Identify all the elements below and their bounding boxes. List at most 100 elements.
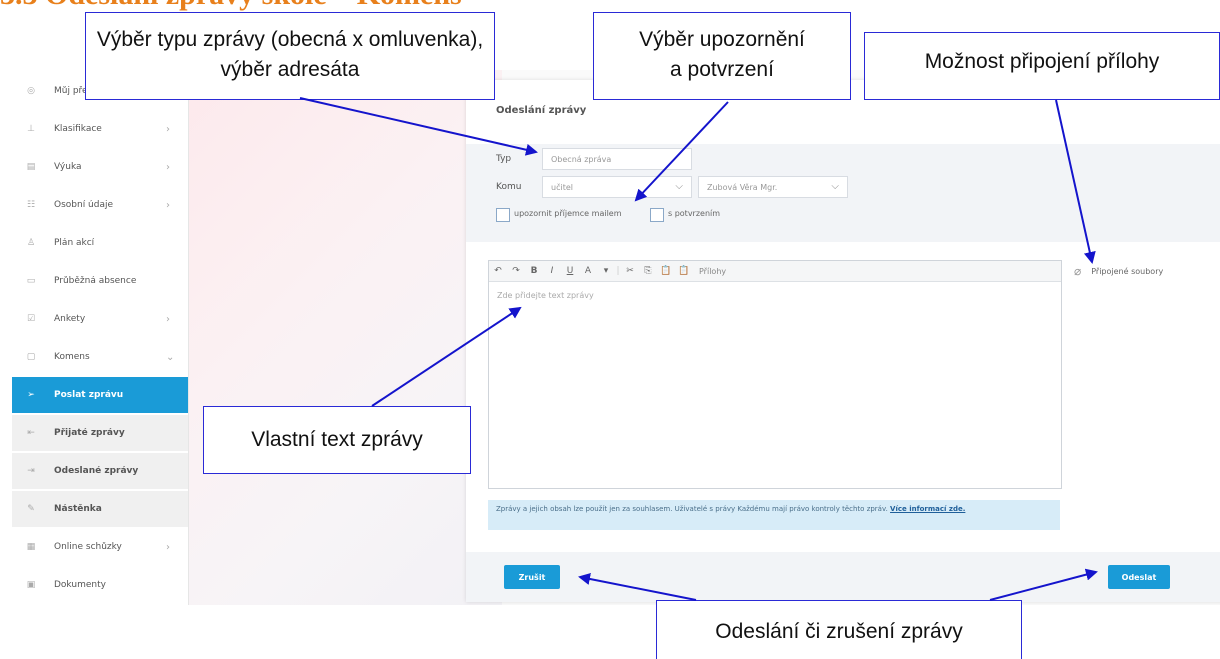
callout-text-text: Vlastní text zprávy [251,428,423,451]
callout-attach-text: Možnost připojení přílohy [924,50,1160,73]
message-card: Odeslání zprávy Typ Obecná zpráva Komu u… [466,80,1220,602]
sidebar-item-label: Ankety [54,314,86,324]
sidebar-item-2[interactable]: ▤ Výuka › [12,149,188,185]
sidebar-item-3[interactable]: ☷ Osobní údaje › [12,187,188,223]
screenshot: ◎ Můj přehled ⊥ Klasifikace › ▤ Výuka › ☷ Osobní … [12,70,1220,605]
people-icon: ♙ [26,238,36,248]
chevron-icon: › [166,123,170,135]
chat-icon: ▢ [26,352,36,362]
callout-type: Výběr typu zprávy (obecná x omluvenka), … [85,12,495,100]
book-icon: ▤ [26,162,36,172]
sidebar-item-7[interactable]: ▢ Komens ⌄ [12,339,188,375]
document-icon: ▣ [26,580,36,590]
sidebar-item-1[interactable]: ⊥ Klasifikace › [12,111,188,147]
cancel-button[interactable]: Zrušit [504,565,560,589]
redo-icon[interactable]: ↷ [507,266,525,276]
info-link[interactable]: Více informací zde. [890,505,965,513]
grade-icon: ⊥ [27,124,35,134]
bold-button[interactable]: B [525,266,543,276]
undo-icon[interactable]: ↶ [489,266,507,276]
type-select[interactable]: Obecná zpráva [542,148,692,170]
callout-text: Vlastní text zprávy [203,406,471,474]
sidebar-item-6[interactable]: ☑ Ankety › [12,301,188,337]
paperclip-icon: ⌀ [1074,264,1082,278]
to-person-value: Zubová Věra Mgr. [707,182,778,192]
callout-attach: Možnost připojení přílohy [864,32,1220,100]
callout-notify: Výběr upozornění a potvrzení [593,12,851,100]
sidebar-item-13[interactable]: ▣ Dokumenty [12,567,188,603]
paste-icon[interactable]: 📋 [657,266,675,276]
confirm-checkbox[interactable] [650,208,664,222]
sidebar-item-label: Odeslané zprávy [54,466,139,476]
chevron-icon: ⌄ [166,351,175,363]
to-group-select[interactable]: učitel ⌵ [542,176,692,198]
send-button[interactable]: Odeslat [1108,565,1170,589]
type-value: Obecná zpráva [551,154,612,164]
notify-label: upozornit příjemce mailem [514,209,622,218]
survey-icon: ☑ [26,314,36,324]
message-editor[interactable]: ↶ ↷ B I U A ▾ | ✂ ⎘ 📋 📋 Přílohy Zde přid… [488,260,1062,489]
paste-text-icon[interactable]: 📋 [675,266,693,276]
attach-files[interactable]: ⌀ Připojené soubory [1074,264,1163,278]
chevron-down-icon: ⌵ [675,181,683,192]
sidebar-item-4[interactable]: ♙ Plán akcí [12,225,188,261]
person-icon: ☷ [26,200,36,210]
sidebar-item-11[interactable]: ✎ Nástěnka [12,491,188,527]
attach-label: Připojené soubory [1091,266,1164,276]
sidebar-item-label: Výuka [54,162,82,172]
info-banner: Zprávy a jejich obsah lze použít jen za … [488,500,1060,530]
sidebar: ◎ Můj přehled ⊥ Klasifikace › ▤ Výuka › ☷ Osobní … [12,70,189,605]
sidebar-item-label: Plán akcí [54,238,95,248]
callout-send-text: Odeslání či zrušení zprávy [715,620,963,643]
callout-send: Odeslání či zrušení zprávy [656,600,1022,659]
sidebar-item-label: Přijaté zprávy [54,428,125,438]
cut-icon[interactable]: ✂ [621,266,639,276]
notify-checkbox[interactable] [496,208,510,222]
sidebar-item-label: Dokumenty [54,580,106,590]
to-person-select[interactable]: Zubová Věra Mgr. ⌵ [698,176,848,198]
sidebar-item-label: Online schůzky [54,542,122,552]
form-area: Typ Obecná zpráva Komu učitel ⌵ Zubová V… [466,144,1220,242]
info-text: Zprávy a jejich obsah lze použít jen za … [496,505,888,513]
send-icon: ➢ [27,390,35,400]
video-icon: ▦ [26,542,36,552]
editor-placeholder: Zde přidejte text zprávy [497,291,594,300]
font-color-button[interactable]: A [579,266,597,276]
absence-icon: ▭ [26,276,36,286]
background-gradient [182,70,502,605]
sidebar-item-label: Komens [54,352,90,362]
sidebar-item-label: Osobní údaje [54,200,114,210]
sidebar-item-label: Poslat zprávu [54,390,124,400]
sidebar-item-5[interactable]: ▭ Průběžná absence [12,263,188,299]
dashboard-icon: ◎ [27,86,35,96]
type-label: Typ [496,154,512,164]
attachments-button[interactable]: Přílohy [693,267,726,276]
chevron-icon: › [166,161,170,173]
card-title: Odeslání zprávy [496,105,587,116]
underline-button[interactable]: U [561,266,579,276]
sidebar-item-label: Nástěnka [54,504,102,514]
confirm-label: s potvrzením [668,209,721,218]
to-label: Komu [496,182,522,192]
chevron-down-icon[interactable]: ▾ [597,266,615,276]
page-heading: 3.3 Odeslání zprávy škole – Komens [0,0,462,12]
sidebar-item-label: Průběžná absence [54,276,137,286]
card-footer: Zrušit Odeslat [466,552,1220,602]
board-icon: ✎ [27,504,35,514]
sidebar-item-12[interactable]: ▦ Online schůzky › [12,529,188,565]
sidebar-item-9[interactable]: ⇤ Přijaté zprávy [12,415,188,451]
italic-button[interactable]: I [543,266,561,276]
outbox-icon: ⇥ [27,466,35,476]
copy-icon[interactable]: ⎘ [639,266,657,276]
chevron-icon: › [166,541,170,553]
inbox-icon: ⇤ [27,428,35,438]
chevron-down-icon: ⌵ [831,181,839,192]
callout-type-text: Výběr typu zprávy (obecná x omluvenka), … [96,28,484,81]
callout-notify-text: Výběr upozornění a potvrzení [639,28,805,81]
sidebar-item-label: Klasifikace [54,124,102,134]
sidebar-item-8[interactable]: ➢ Poslat zprávu [12,377,188,413]
chevron-icon: › [166,199,170,211]
to-group-value: učitel [551,182,573,192]
editor-toolbar: ↶ ↷ B I U A ▾ | ✂ ⎘ 📋 📋 Přílohy [489,261,1061,282]
sidebar-item-10[interactable]: ⇥ Odeslané zprávy [12,453,188,489]
